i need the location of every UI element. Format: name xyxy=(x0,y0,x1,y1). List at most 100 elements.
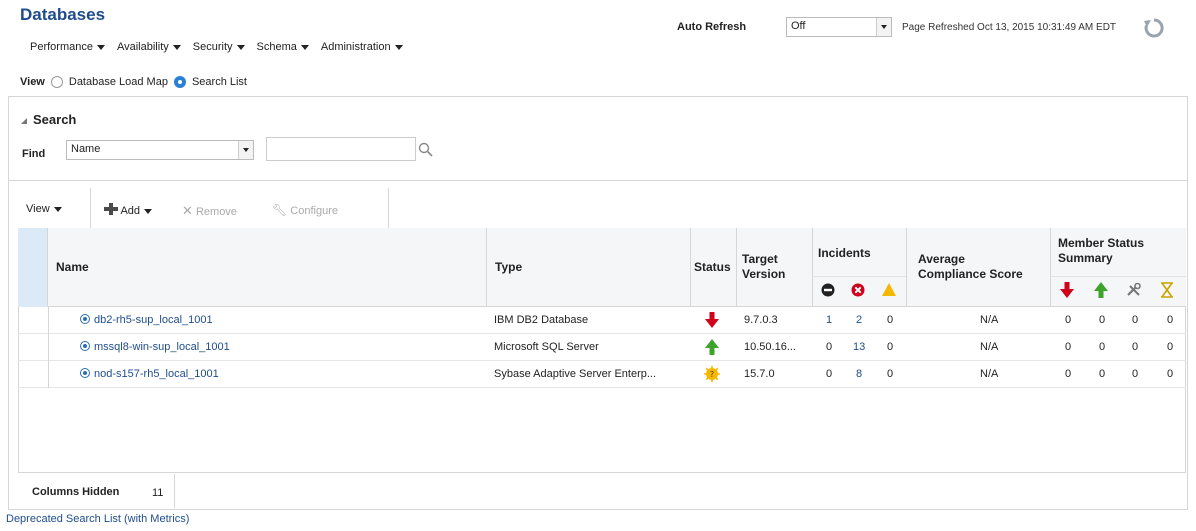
toolbar-view-label: View xyxy=(26,203,50,215)
columns-hidden-count: 11 xyxy=(152,487,164,499)
configure-button[interactable]: 🔧︎ Configure xyxy=(272,203,338,217)
col-divider xyxy=(736,228,737,307)
col-header-avg-compliance[interactable]: Average Compliance Score xyxy=(918,252,1023,282)
compliance-score: N/A xyxy=(980,341,999,353)
col-header-type[interactable]: Type xyxy=(495,260,522,274)
menu-availability[interactable]: Availability xyxy=(117,41,181,53)
table-row[interactable]: nod-s157-rh5_local_1001 Sybase Adaptive … xyxy=(18,361,1186,388)
deprecated-search-list-link[interactable]: Deprecated Search List (with Metrics) xyxy=(6,513,189,525)
radio-search-list[interactable] xyxy=(173,76,186,88)
page-refreshed-text: Page Refreshed Oct 13, 2015 10:31:49 AM … xyxy=(902,22,1117,33)
down-arrow-icon xyxy=(1060,282,1074,298)
col-divider xyxy=(906,228,907,307)
critical-icon xyxy=(851,283,865,297)
incident-warning-count: 0 xyxy=(887,314,894,326)
chevron-down-icon xyxy=(96,44,105,50)
menu-label: Availability xyxy=(116,41,169,53)
warning-icon xyxy=(882,283,896,296)
view-label: View xyxy=(20,76,45,88)
search-icon[interactable] xyxy=(418,142,434,158)
target-name: db2-rh5-sup_local_1001 xyxy=(94,314,213,326)
refresh-icon[interactable] xyxy=(1143,17,1165,39)
subheader-divider xyxy=(1050,276,1186,277)
search-input[interactable] xyxy=(266,137,416,161)
add-button[interactable]: Add xyxy=(104,203,153,217)
member-down-count: 0 xyxy=(1065,341,1072,353)
find-label: Find xyxy=(22,148,46,160)
configure-label: Configure xyxy=(290,205,338,217)
menu-security[interactable]: Security xyxy=(193,41,245,53)
row-selector-column xyxy=(18,228,48,307)
find-field-select[interactable]: Name xyxy=(66,140,254,160)
header-line: Summary xyxy=(1058,251,1113,265)
col-divider xyxy=(1050,228,1051,307)
col-header-name[interactable]: Name xyxy=(56,260,89,274)
toolbar-view-menu[interactable]: View xyxy=(26,203,62,215)
chevron-down-icon xyxy=(300,44,309,50)
remove-button[interactable]: ✕ Remove xyxy=(182,203,237,219)
subheader-divider xyxy=(812,276,906,277)
chevron-down-icon xyxy=(394,44,403,50)
member-up-count: 0 xyxy=(1099,314,1106,326)
col-header-status[interactable]: Status xyxy=(694,260,731,274)
menu-administration[interactable]: Administration xyxy=(321,41,403,53)
header-line: Compliance Score xyxy=(918,267,1023,281)
member-up-count: 0 xyxy=(1099,368,1106,380)
target-name: nod-s157-rh5_local_1001 xyxy=(94,368,219,380)
incident-fatal-count: 0 xyxy=(826,341,833,353)
incident-fatal-count: 0 xyxy=(826,368,833,380)
chevron-down-icon xyxy=(172,44,181,50)
table-row[interactable]: db2-rh5-sup_local_1001 IBM DB2 Database … xyxy=(18,307,1186,334)
col-header-member-status[interactable]: Member Status Summary xyxy=(1058,236,1144,266)
menu-bar: Performance Availability Security Schema… xyxy=(30,41,403,53)
member-up-count: 0 xyxy=(1099,341,1106,353)
row-selector-divider xyxy=(48,307,49,388)
target-name-link[interactable]: db2-rh5-sup_local_1001 xyxy=(80,314,213,326)
dropdown-arrow-icon xyxy=(238,141,253,159)
radio-label-search-list[interactable]: Search List xyxy=(192,76,247,88)
incident-critical-count[interactable]: 13 xyxy=(853,341,865,353)
menu-performance[interactable]: Performance xyxy=(30,41,105,53)
database-target-icon xyxy=(80,341,90,351)
status-up-icon xyxy=(705,339,719,355)
footer-divider xyxy=(174,474,175,508)
database-target-icon xyxy=(80,368,90,378)
chevron-down-icon xyxy=(53,206,62,212)
x-icon: ✕ xyxy=(182,203,193,218)
radio-database-load-map[interactable] xyxy=(50,76,63,88)
header-line: Member Status xyxy=(1058,236,1145,250)
section-divider xyxy=(8,180,1188,181)
menu-schema[interactable]: Schema xyxy=(257,41,309,53)
col-header-target-version[interactable]: Target Version xyxy=(742,252,785,282)
target-name-link[interactable]: nod-s157-rh5_local_1001 xyxy=(80,368,219,380)
table-footer xyxy=(18,472,1186,510)
auto-refresh-select[interactable]: Off xyxy=(786,17,892,37)
view-selector: View Database Load Map Search List xyxy=(20,76,247,88)
col-header-incidents[interactable]: Incidents xyxy=(818,246,871,260)
plus-icon xyxy=(104,203,118,215)
pending-hourglass-icon xyxy=(1161,282,1173,298)
target-version: 9.7.0.3 xyxy=(744,314,778,326)
header-line: Target xyxy=(742,252,778,266)
chevron-down-icon xyxy=(144,208,153,214)
header-line: Version xyxy=(742,267,786,281)
incident-critical-count[interactable]: 8 xyxy=(856,368,862,380)
search-title: Search xyxy=(33,112,77,127)
member-down-count: 0 xyxy=(1065,368,1072,380)
columns-hidden-label: Columns Hidden xyxy=(32,486,120,498)
table-row[interactable]: mssql8-win-sup_local_1001 Microsoft SQL … xyxy=(18,334,1186,361)
search-section-header[interactable]: Search xyxy=(21,112,76,127)
menu-label: Security xyxy=(192,41,233,53)
radio-label-load-map[interactable]: Database Load Map xyxy=(69,76,168,88)
status-down-icon xyxy=(705,312,719,328)
col-divider xyxy=(690,228,691,307)
incident-fatal-count[interactable]: 1 xyxy=(826,314,832,326)
member-pending-count: 0 xyxy=(1167,341,1174,353)
compliance-score: N/A xyxy=(980,314,999,326)
incident-critical-count[interactable]: 2 xyxy=(856,314,862,326)
auto-refresh-value: Off xyxy=(791,20,806,32)
database-target-icon xyxy=(80,314,90,324)
target-name-link[interactable]: mssql8-win-sup_local_1001 xyxy=(80,341,230,353)
dropdown-arrow-icon xyxy=(876,18,891,36)
up-arrow-icon xyxy=(1094,282,1108,298)
